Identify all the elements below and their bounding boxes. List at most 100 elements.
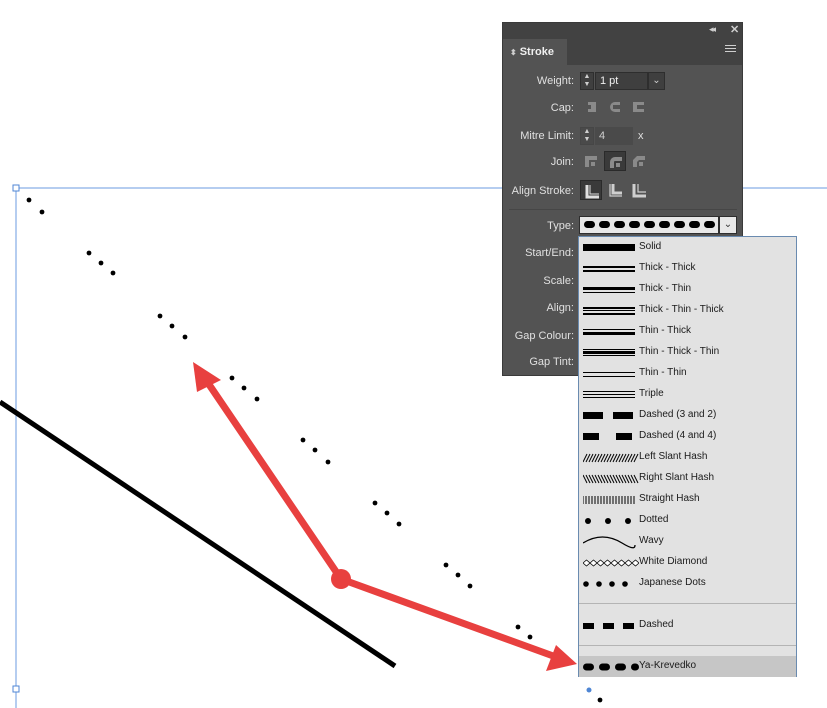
stroke-swatch — [583, 372, 635, 377]
stroke-type-option[interactable]: Dashed — [579, 615, 796, 636]
weight-label: Weight: — [536, 75, 574, 87]
stroke-swatch — [583, 623, 634, 629]
stroke-swatch — [585, 518, 631, 524]
thick-black-line[interactable] — [0, 399, 397, 669]
align-outside-icon[interactable] — [628, 180, 650, 200]
round-join-icon[interactable] — [604, 151, 626, 171]
stroke-type-label: Dotted — [639, 514, 669, 525]
stroke-swatch — [583, 496, 635, 504]
stroke-type-label: Thick - Thick — [639, 262, 696, 273]
align-label: Align: — [546, 302, 574, 314]
stroke-swatch — [583, 581, 628, 587]
stroke-type-label: Thin - Thick - Thin — [639, 346, 720, 357]
type-label: Type: — [547, 220, 574, 232]
stroke-type-label: Thick - Thin - Thick — [639, 304, 724, 315]
gap-tint-label: Gap Tint: — [529, 356, 574, 368]
stroke-swatch — [583, 307, 635, 315]
cap-label: Cap: — [550, 102, 574, 114]
projecting-cap-icon[interactable] — [628, 97, 650, 117]
dropdown-separator — [579, 603, 796, 604]
stroke-swatch — [583, 266, 635, 272]
stroke-type-option[interactable]: Solid — [579, 237, 796, 258]
panel-divider — [509, 209, 737, 210]
stroke-type-option[interactable]: Dotted — [579, 510, 796, 531]
stroke-type-option[interactable]: Triple — [579, 384, 796, 405]
round-cap-icon[interactable] — [604, 97, 626, 117]
stroke-type-label: Japanese Dots — [639, 577, 706, 588]
tab-stroke[interactable]: ⬍ Stroke — [503, 39, 567, 65]
chevron-down-icon[interactable]: ⌄ — [719, 216, 737, 234]
mitre-stepper[interactable]: ▲ ▼ — [580, 127, 594, 145]
stroke-type-label: Thin - Thick — [639, 325, 692, 336]
selection-handle[interactable] — [12, 184, 20, 192]
stroke-swatch — [583, 244, 635, 251]
chevron-down-icon[interactable]: ⌄ — [648, 72, 665, 90]
stroke-type-label: Left Slant Hash — [639, 451, 708, 462]
stroke-type-option[interactable]: Right Slant Hash — [579, 468, 796, 489]
align-center-icon[interactable] — [580, 180, 602, 200]
mitre-limit-input[interactable]: 4 — [595, 127, 633, 145]
selection-handle[interactable] — [12, 685, 20, 693]
bevel-join-icon[interactable] — [628, 151, 650, 171]
butt-cap-icon[interactable] — [580, 97, 602, 117]
close-icon[interactable]: ✕ — [730, 23, 739, 36]
stroke-swatch — [583, 287, 635, 293]
stroke-type-option[interactable]: Thick - Thick — [579, 258, 796, 279]
stroke-swatch — [583, 474, 639, 484]
panel-tab-bar: ⬍ Stroke — [503, 39, 742, 65]
stroke-swatch — [583, 391, 635, 398]
stroke-type-label: Right Slant Hash — [639, 472, 715, 483]
stroke-type-label: Triple — [639, 388, 664, 399]
path-anchor-point[interactable] — [586, 687, 592, 693]
stroke-type-label: Dashed (4 and 4) — [639, 430, 717, 441]
align-inside-icon[interactable] — [604, 180, 626, 200]
stroke-swatch — [583, 559, 639, 567]
stroke-type-option[interactable]: Thin - Thick — [579, 321, 796, 342]
stroke-swatch — [583, 329, 635, 335]
tab-collapse-icon[interactable]: ⬍ — [510, 48, 517, 57]
stroke-type-label: Thick - Thin — [639, 283, 692, 294]
miter-join-icon[interactable] — [580, 151, 602, 171]
stroke-type-label: White Diamond — [639, 556, 708, 567]
stroke-type-label: Solid — [639, 241, 662, 252]
stroke-type-option[interactable]: White Diamond — [579, 552, 796, 573]
stroke-type-label: Straight Hash — [639, 493, 700, 504]
weight-input[interactable]: 1 pt — [595, 72, 648, 90]
stroke-swatch — [583, 536, 636, 549]
stroke-swatch — [583, 453, 639, 463]
stroke-type-label: Thin - Thin — [639, 367, 687, 378]
stroke-type-option[interactable]: Left Slant Hash — [579, 447, 796, 468]
stroke-type-option[interactable]: Dashed (3 and 2) — [579, 405, 796, 426]
stroke-swatch — [583, 412, 633, 419]
panel-menu-icon[interactable] — [725, 45, 736, 54]
scale-label: Scale: — [543, 275, 574, 287]
stroke-swatch — [583, 663, 639, 671]
gap-colour-label: Gap Colour: — [514, 330, 574, 342]
join-label: Join: — [550, 156, 574, 168]
stroke-type-label: Dashed — [639, 619, 674, 630]
stroke-type-option[interactable]: Japanese Dots — [579, 573, 796, 594]
type-select[interactable] — [579, 216, 719, 234]
stroke-type-label: Ya-Krevedko — [639, 660, 697, 671]
stroke-swatch — [583, 433, 632, 440]
weight-stepper[interactable]: ▲ ▼ — [580, 72, 594, 90]
stroke-type-option[interactable]: Thick - Thin - Thick — [579, 300, 796, 321]
annotation-arrows — [193, 362, 577, 671]
align-stroke-label: Align Stroke: — [511, 185, 574, 197]
stroke-type-dropdown: Solid Thick - Thick Thick - Thin Thick - Th… — [578, 236, 797, 677]
stroke-type-option[interactable]: Thick - Thin — [579, 279, 796, 300]
stroke-type-option[interactable]: Dashed (4 and 4) — [579, 426, 796, 447]
stroke-type-option[interactable]: Thin - Thin — [579, 363, 796, 384]
start-end-label: Start/End: — [525, 247, 574, 259]
mitre-unit: x — [638, 130, 644, 142]
stroke-swatch — [583, 349, 635, 356]
stroke-type-label: Wavy — [639, 535, 664, 546]
stroke-type-option[interactable]: Straight Hash — [579, 489, 796, 510]
panel-title-bar[interactable]: ◂◂ ✕ — [503, 23, 742, 39]
stroke-type-option[interactable]: Thin - Thick - Thin — [579, 342, 796, 363]
stroke-type-label: Dashed (3 and 2) — [639, 409, 717, 420]
stroke-type-option[interactable]: Wavy — [579, 531, 796, 552]
stroke-type-option-selected[interactable]: Ya-Krevedko — [579, 656, 796, 677]
double-chevron-left-icon[interactable]: ◂◂ — [709, 24, 716, 35]
mitre-limit-label: Mitre Limit: — [520, 130, 574, 142]
